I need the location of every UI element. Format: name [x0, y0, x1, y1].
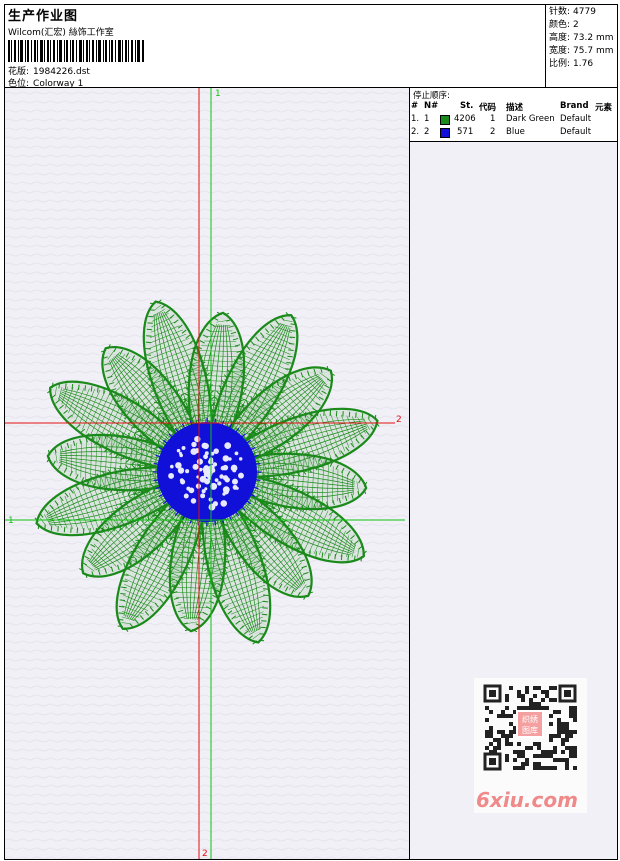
color-swatch	[440, 128, 450, 138]
table-row[interactable]: 2. 2 571 2 Blue Default	[410, 127, 617, 139]
embroidery-preview: 1 2 2 1	[5, 88, 409, 859]
col-st: St.	[460, 101, 474, 111]
center-highlight	[222, 492, 226, 496]
center-highlight	[212, 501, 219, 507]
design-canvas[interactable]: 1 2 2 1	[5, 88, 410, 859]
stamp-top: 织绣	[522, 714, 538, 724]
center-highlight	[235, 486, 239, 490]
color-swatch	[440, 115, 450, 125]
center-highlight	[168, 472, 175, 479]
col-index: #	[411, 101, 419, 111]
side-panel: 停止顺序: # N# St. 代码 描述 Brand 元素 1. 1 4206 …	[410, 88, 617, 859]
center-highlight	[238, 457, 243, 461]
col-desc: 描述	[506, 103, 524, 113]
stamp-bottom: 图库	[522, 725, 538, 735]
center-highlight	[169, 464, 174, 469]
stop-sequence-table: 停止顺序: # N# St. 代码 描述 Brand 元素 1. 1 4206 …	[410, 88, 617, 142]
axis-label-left: 1	[8, 516, 14, 526]
col-brand: Brand	[560, 101, 589, 111]
page-title: 生产作业图	[8, 9, 79, 24]
center-highlight	[214, 478, 219, 483]
center-highlight	[185, 469, 190, 474]
center-highlight	[222, 464, 229, 471]
design-stats-panel: 针数: 4779 颜色: 2 高度: 73.2 mm 宽度: 75.7 mm 比例: 1.…	[545, 5, 617, 87]
barcode-icon	[8, 40, 144, 62]
company-name: Wilcom(汇宏) 絲饰工作室	[8, 28, 114, 38]
center-highlight	[220, 500, 228, 507]
center-highlight	[181, 446, 186, 450]
axis-label-right: 2	[396, 415, 402, 425]
qr-code-icon: 织绣 图库	[474, 678, 587, 778]
center-highlight	[195, 483, 202, 489]
center-highlight	[222, 455, 230, 462]
header-panel: 生产作业图 Wilcom(汇宏) 絲饰工作室 花版: 1984226.dst 色…	[4, 4, 618, 89]
center-highlight	[201, 489, 206, 494]
axis-label-bottom: 2	[202, 849, 208, 859]
center-highlight	[179, 453, 183, 458]
col-code: 代码	[479, 103, 497, 113]
center-highlight	[184, 494, 188, 499]
table-header: # N# St. 代码 描述 Brand 元素	[410, 101, 617, 113]
center-highlight	[217, 481, 222, 486]
stop-sequence-title: 停止顺序:	[413, 91, 450, 101]
stat-stitches: 针数: 4779	[549, 7, 596, 17]
center-highlight	[232, 468, 237, 473]
center-highlight	[177, 467, 185, 474]
center-highlight	[234, 451, 239, 456]
center-highlight	[176, 448, 181, 453]
center-highlight	[191, 441, 197, 448]
production-worksheet: 生产作业图 Wilcom(汇宏) 絲饰工作室 花版: 1984226.dst 色…	[0, 0, 620, 861]
stat-height: 高度: 73.2 mm	[549, 33, 614, 43]
center-highlight	[194, 435, 201, 443]
center-highlight	[190, 498, 197, 504]
center-highlight	[192, 463, 199, 470]
col-n: N#	[424, 101, 439, 111]
center-highlight	[188, 487, 195, 494]
center-highlight	[203, 454, 209, 460]
site-watermark: 6xiu.com	[476, 788, 578, 812]
center-highlight	[196, 458, 204, 465]
table-row[interactable]: 1. 1 4206 1 Dark Green Default	[410, 114, 617, 126]
center-highlight	[231, 478, 238, 485]
stat-ratio: 比例: 1.76	[549, 59, 594, 69]
stat-width: 宽度: 75.7 mm	[549, 46, 614, 56]
axis-label-top: 1	[215, 89, 221, 99]
center-highlight	[200, 493, 206, 499]
center-highlight	[224, 442, 232, 449]
center-highlight	[190, 448, 198, 455]
main-area: 1221 停止顺序: # N# St. 代码 描述 Brand 元素 1. 1	[4, 88, 618, 860]
center-highlight	[201, 442, 208, 449]
center-highlight	[238, 472, 244, 479]
col-elements: 元素	[595, 103, 613, 113]
stat-colors: 颜色: 2	[549, 20, 579, 30]
center-highlight	[212, 462, 218, 467]
center-highlight	[222, 475, 229, 481]
center-highlight	[222, 486, 230, 494]
center-highlight	[179, 478, 184, 483]
